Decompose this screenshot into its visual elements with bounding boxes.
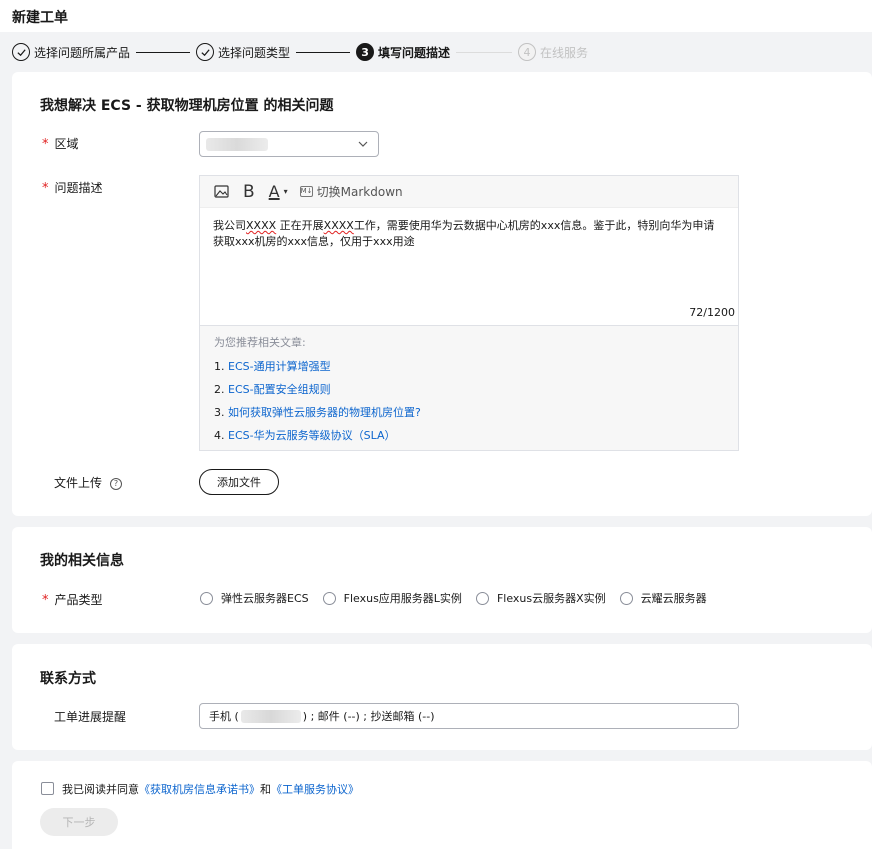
progress-reminder-field[interactable]: 手机 () ; 邮件 (--) ; 抄送邮箱 (--) <box>199 703 739 729</box>
recommend-title: 为您推荐相关文章: <box>214 336 306 349</box>
radio-ecs[interactable]: 弹性云服务器ECS <box>200 590 309 606</box>
step-connector <box>456 51 513 53</box>
step-connector <box>296 51 351 53</box>
required-mark: * <box>42 137 49 152</box>
footer-card: 我已阅读并同意《获取机房信息承诺书》和《工单服务协议》 下一步 <box>12 761 872 849</box>
step-progress: 选择问题所属产品 选择问题类型 3 填写问题描述 4 在线服务 <box>12 42 588 62</box>
info-card: 我的相关信息 * 产品类型 弹性云服务器ECS Flexus应用服务器L实例 Fl… <box>12 527 872 633</box>
editor-content[interactable]: 我公司XXXX 正在开展XXXX工作，需要使用华为云数据中心机房的xxx信息。鉴… <box>213 218 725 250</box>
check-icon <box>12 43 30 61</box>
page-title: 新建工单 <box>12 10 68 26</box>
chevron-down-icon <box>358 141 368 147</box>
list-item: 3. 如何获取弹性云服务器的物理机房位置? <box>214 406 421 419</box>
top-bar: 新建工单 <box>0 0 872 32</box>
radio-circle[interactable] <box>200 591 213 605</box>
markdown-icon: M↓ <box>299 186 313 197</box>
step-3: 3 填写问题描述 <box>356 43 450 61</box>
article-link[interactable]: ECS-华为云服务等级协议（SLA） <box>228 429 395 442</box>
step-label: 选择问题所属产品 <box>34 45 131 60</box>
step-number: 3 <box>356 43 375 61</box>
step-1: 选择问题所属产品 <box>12 43 130 61</box>
font-color-icon[interactable]: A ▾ <box>269 182 288 201</box>
required-mark: * <box>42 593 49 608</box>
agree-text: 我已阅读并同意《获取机房信息承诺书》和《工单服务协议》 <box>62 783 359 796</box>
step-label: 在线服务 <box>540 45 589 60</box>
radio-circle[interactable] <box>619 591 633 605</box>
region-select[interactable] <box>199 131 379 157</box>
upload-label: 文件上传? <box>54 474 123 491</box>
service-agreement-link[interactable]: 《工单服务协议》 <box>271 783 359 796</box>
radio-circle[interactable] <box>322 591 336 605</box>
contact-card: 联系方式 工单进展提醒 手机 () ; 邮件 (--) ; 抄送邮箱 (--) <box>12 644 872 750</box>
list-item: 4. ECS-华为云服务等级协议（SLA） <box>214 429 396 442</box>
step-label: 选择问题类型 <box>218 45 291 60</box>
radio-hecs[interactable]: 云耀云服务器 <box>619 590 707 606</box>
redacted-value <box>206 138 268 151</box>
contact-title: 联系方式 <box>40 671 96 687</box>
desc-label: * 问题描述 <box>42 181 103 196</box>
problem-card: 我想解决 ECS - 获取物理机房位置 的相关问题 * 区域 * 问题描述 B A ▾… <box>12 72 872 516</box>
radio-flexus-x[interactable]: Flexus云服务器X实例 <box>475 590 606 606</box>
description-editor[interactable]: B A ▾ M↓ 切换Markdown 我公司XXXX 正在开展XXXX工作，需要… <box>199 175 739 451</box>
progress-reminder-label: 工单进展提醒 <box>54 710 127 724</box>
help-icon[interactable]: ? <box>110 477 123 490</box>
redacted-phone <box>240 709 301 723</box>
char-counter: 72/1200 <box>689 306 735 319</box>
list-item: 1. ECS-通用计算增强型 <box>214 360 331 373</box>
image-icon[interactable] <box>214 185 229 198</box>
add-file-button[interactable]: 添加文件 <box>199 469 279 495</box>
agree-checkbox[interactable] <box>41 782 54 795</box>
article-link[interactable]: ECS-配置安全组规则 <box>228 383 331 396</box>
region-label: * 区域 <box>42 137 79 152</box>
recommended-articles: 为您推荐相关文章: 1. ECS-通用计算增强型 2. ECS-配置安全组规则 … <box>200 325 738 450</box>
product-type-radio-group: 弹性云服务器ECS Flexus应用服务器L实例 Flexus云服务器X实例 云… <box>200 590 721 606</box>
radio-flexus-l[interactable]: Flexus应用服务器L实例 <box>322 590 462 606</box>
editor-toolbar: B A ▾ M↓ 切换Markdown <box>200 176 738 208</box>
step-2: 选择问题类型 <box>196 43 290 61</box>
problem-title: 我想解决 ECS - 获取物理机房位置 的相关问题 <box>40 98 334 114</box>
product-type-label: * 产品类型 <box>42 593 103 608</box>
step-label: 填写问题描述 <box>378 45 451 60</box>
step-4: 4 在线服务 <box>518 43 588 61</box>
check-icon <box>196 43 215 61</box>
step-number: 4 <box>518 43 537 61</box>
step-connector <box>136 51 191 53</box>
radio-circle[interactable] <box>475 591 489 605</box>
list-item: 2. ECS-配置安全组规则 <box>214 383 331 396</box>
markdown-toggle[interactable]: M↓ 切换Markdown <box>299 183 403 200</box>
commitment-link[interactable]: 《获取机房信息承诺书》 <box>139 783 260 796</box>
article-link[interactable]: ECS-通用计算增强型 <box>228 360 331 373</box>
next-button[interactable]: 下一步 <box>40 808 118 836</box>
info-title: 我的相关信息 <box>40 553 124 569</box>
bold-icon[interactable]: B <box>243 182 255 202</box>
required-mark: * <box>42 181 49 196</box>
article-link[interactable]: 如何获取弹性云服务器的物理机房位置? <box>228 406 421 419</box>
